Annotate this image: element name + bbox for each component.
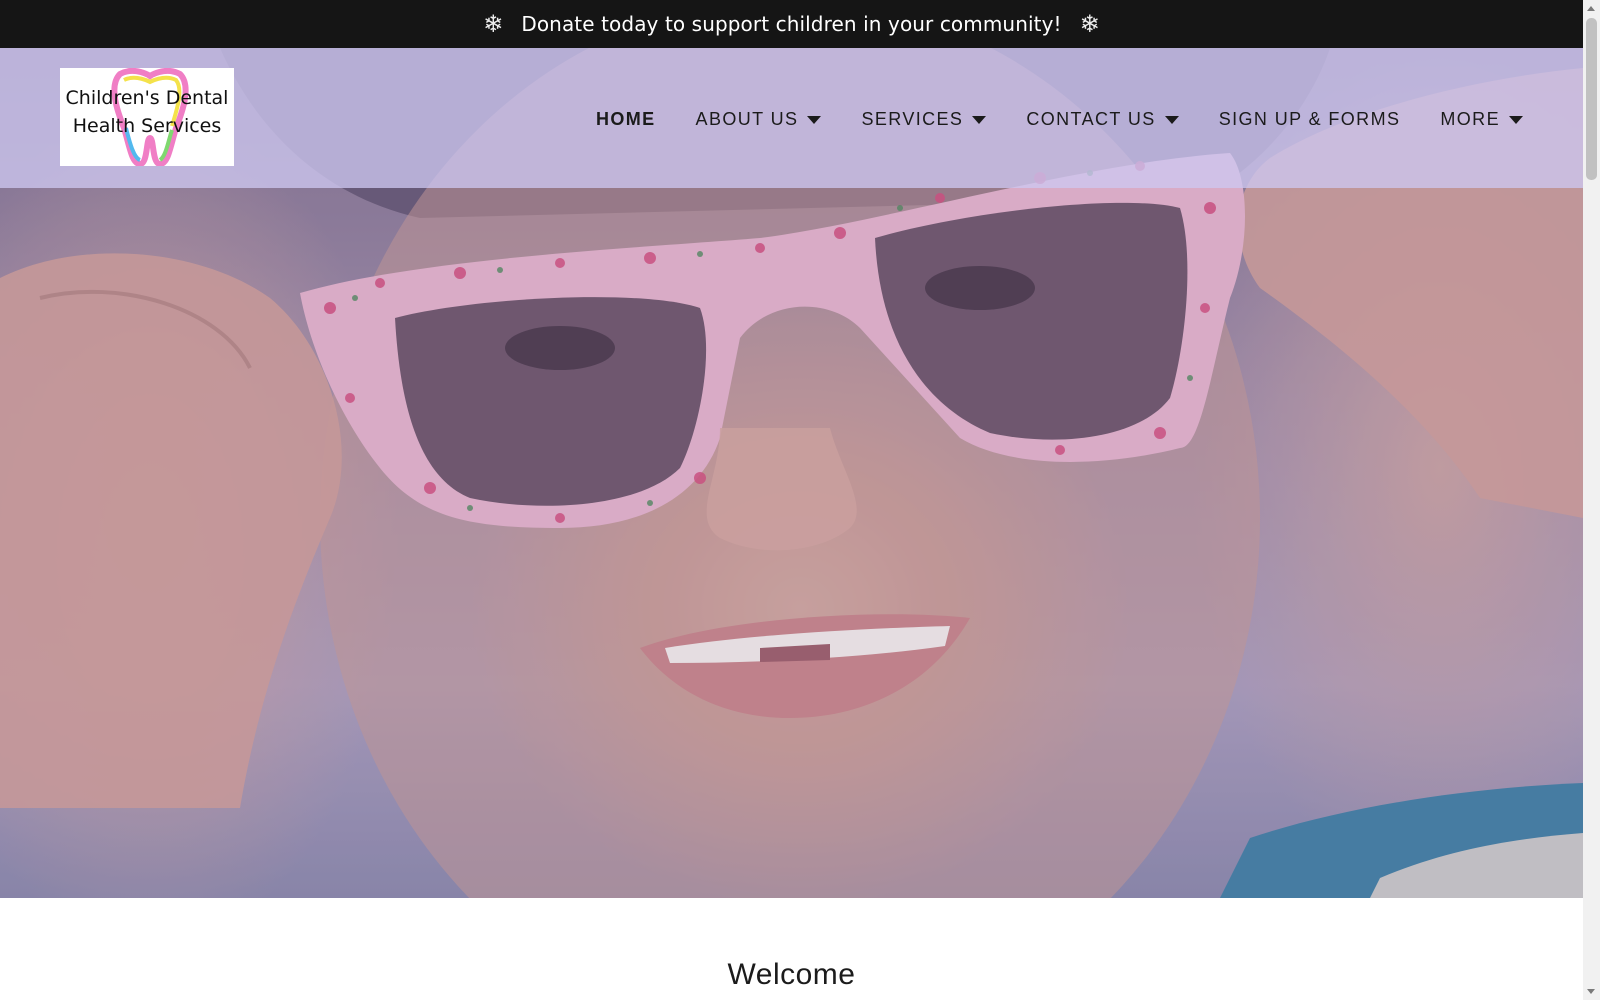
nav-home[interactable]: HOME (596, 109, 656, 130)
logo-line-2: Health Services (72, 115, 222, 137)
nav-more[interactable]: MORE (1440, 109, 1523, 130)
scrollbar-thumb[interactable] (1586, 18, 1597, 180)
caret-down-icon (807, 116, 822, 124)
main-nav: HOME ABOUT US SERVICES CONTACT US SIGN U… (596, 104, 1523, 134)
logo-line-1: Children's Dental (65, 87, 229, 109)
nav-sign-up-forms-label: SIGN UP & FORMS (1218, 108, 1401, 129)
snowflake-icon: ❄ (483, 10, 504, 38)
announcement-text[interactable]: Donate today to support children in your… (521, 12, 1061, 36)
logo-text: Children's Dental Health Services (60, 84, 234, 140)
nav-about-us-label: ABOUT US (695, 108, 799, 129)
nav-sign-up-forms[interactable]: SIGN UP & FORMS (1219, 109, 1401, 130)
caret-down-icon (1509, 116, 1523, 124)
caret-down-icon (972, 116, 987, 124)
nav-contact-us-label: CONTACT US (1026, 108, 1156, 129)
nav-more-label: MORE (1440, 108, 1500, 129)
announcement-bar[interactable]: ❄ Donate today to support children in yo… (0, 0, 1583, 48)
nav-contact-us[interactable]: CONTACT US (1026, 108, 1179, 130)
welcome-heading: Welcome (727, 958, 856, 991)
caret-down-icon (1164, 116, 1179, 124)
nav-about-us[interactable]: ABOUT US (696, 109, 822, 130)
nav-services[interactable]: SERVICES (861, 108, 987, 130)
nav-services-label: SERVICES (861, 108, 964, 129)
scroll-down-arrow-icon[interactable] (1587, 989, 1595, 994)
snowflake-icon: ❄ (1079, 10, 1100, 38)
scroll-up-arrow-icon[interactable] (1587, 6, 1595, 11)
site-header: Children's Dental Health Services HOME A… (0, 48, 1583, 188)
nav-home-label: HOME (595, 108, 656, 129)
page: ❄ Donate today to support children in yo… (0, 0, 1583, 1000)
logo[interactable]: Children's Dental Health Services (60, 68, 234, 166)
vertical-scrollbar[interactable] (1583, 0, 1600, 1000)
